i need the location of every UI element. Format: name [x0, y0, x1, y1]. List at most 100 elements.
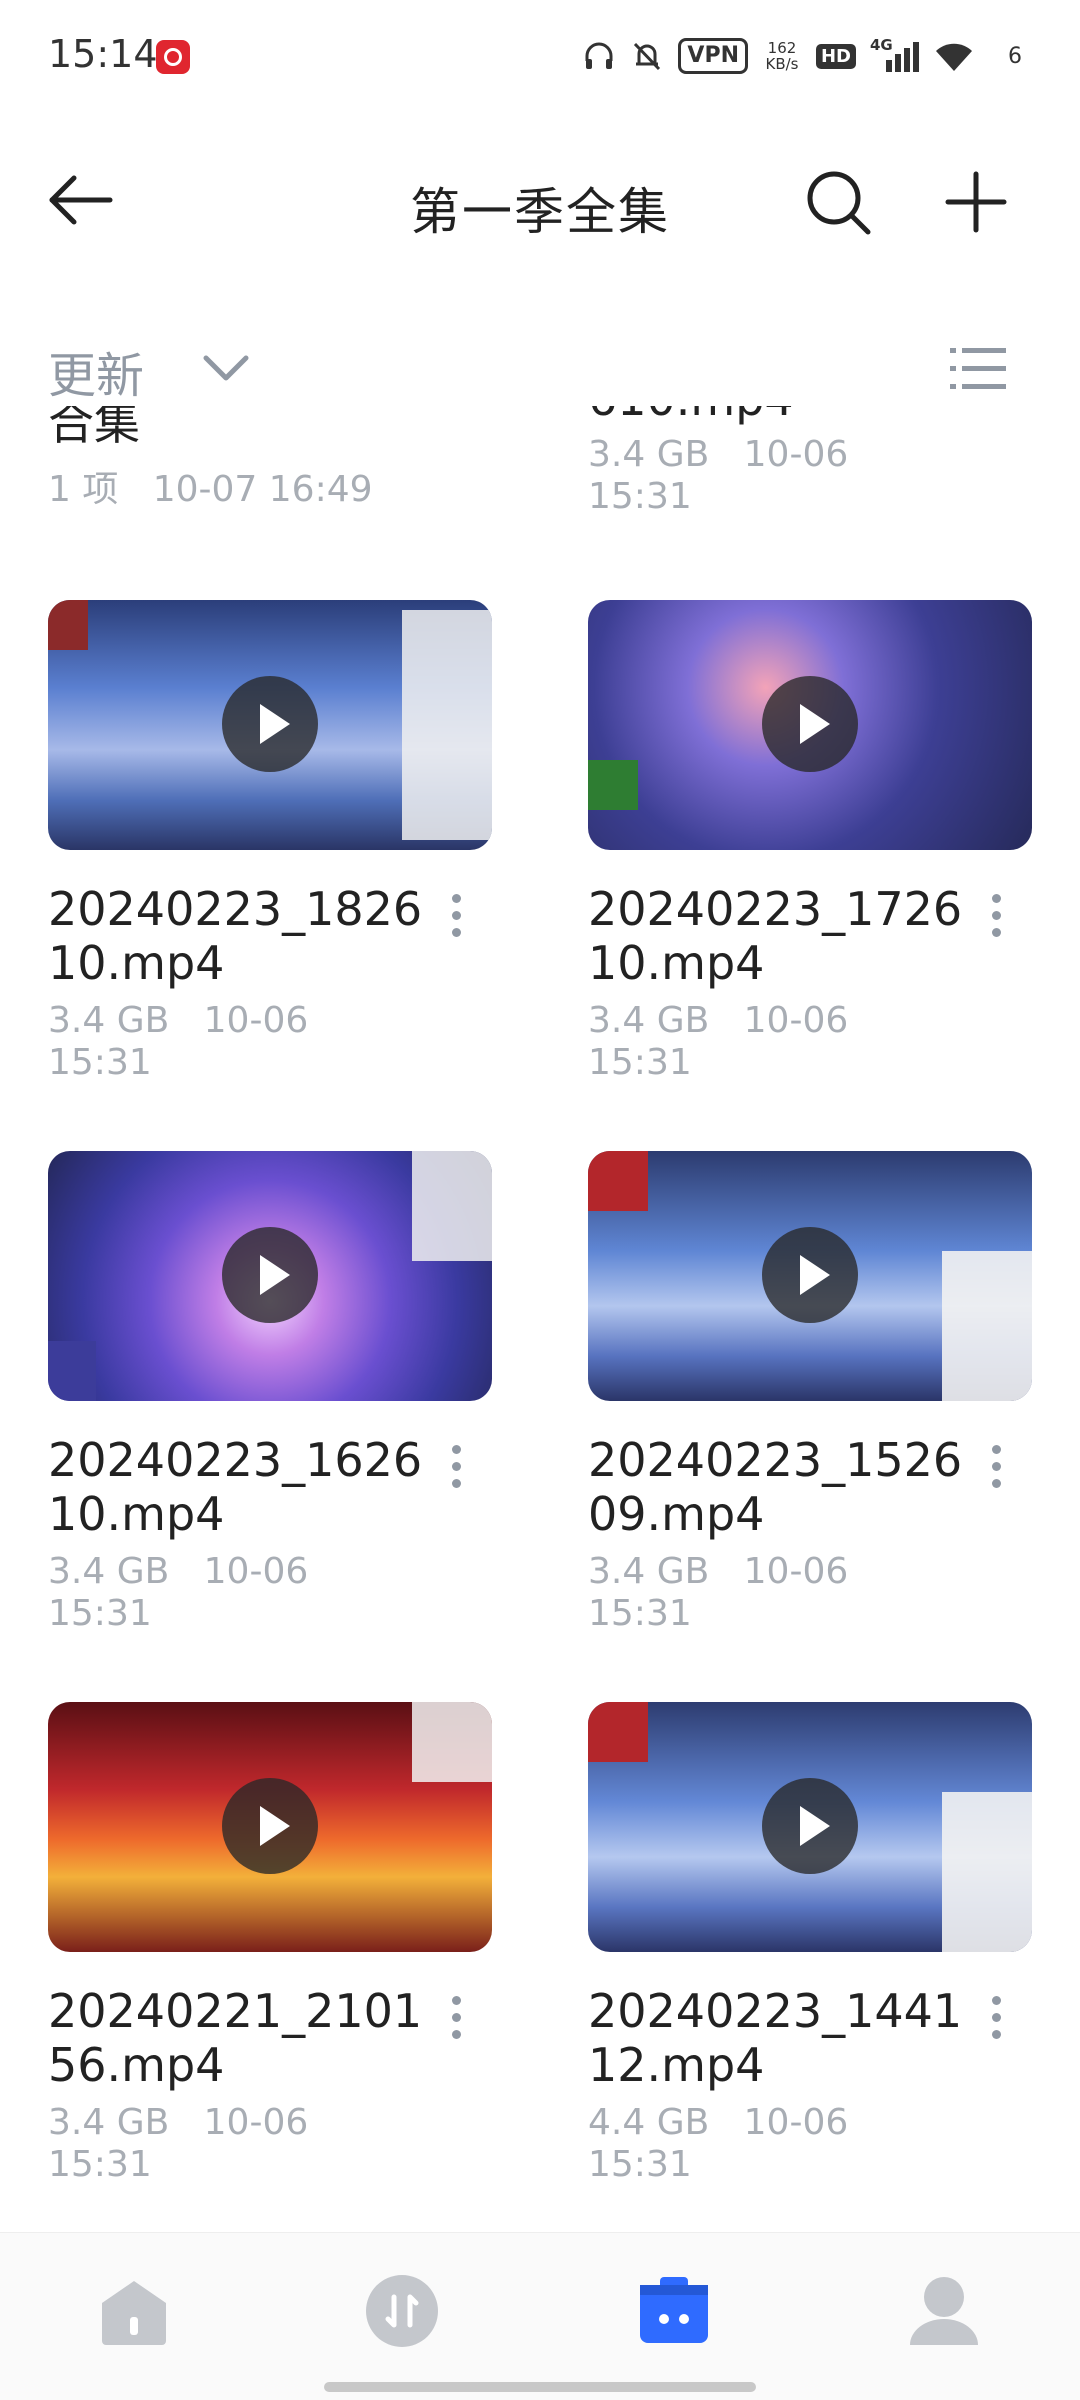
file-time: 15:31 [588, 1593, 692, 1634]
hd-badge: HD [815, 43, 856, 69]
signal-icon: 4G [870, 36, 920, 74]
net-speed: 162 KB/s [762, 40, 802, 72]
search-button[interactable] [800, 164, 876, 240]
home-indicator[interactable] [324, 2382, 756, 2392]
more-options-button[interactable] [976, 1441, 1016, 1501]
more-dot-icon [451, 894, 461, 903]
video-thumbnail[interactable] [48, 1702, 492, 1952]
more-dot-icon [451, 1996, 461, 2005]
file-date: 10-06 [743, 1000, 849, 1041]
video-thumbnail[interactable] [48, 600, 492, 850]
more-dot-icon [991, 1462, 1001, 1471]
video-card[interactable]: 20240223_182610.mp4 3.4 GB 10-06 15:31 [48, 600, 548, 1083]
sort-label[interactable]: 更新 [48, 336, 144, 406]
file-meta: 4.4 GB 10-06 15:31 [588, 2102, 988, 2186]
file-date: 10-06 [743, 2102, 849, 2143]
more-dot-icon [451, 2013, 461, 2022]
file-name: 20240223_162610.mp4 [48, 1433, 423, 1541]
list-item[interactable]: 合集 1 项 10-07 16:49 [48, 406, 548, 512]
netease-music-icon [156, 40, 190, 74]
more-dot-icon [451, 1479, 461, 1488]
more-dot-icon [991, 1479, 1001, 1488]
more-dot-icon [991, 1445, 1001, 1454]
nav-home[interactable] [96, 2273, 172, 2349]
search-icon [807, 171, 871, 235]
video-card[interactable]: 20240223_152609.mp4 3.4 GB 10-06 15:31 [588, 1151, 1080, 1634]
transfer-icon [366, 2275, 438, 2347]
file-time: 15:31 [588, 476, 692, 517]
mute-bell-icon [630, 39, 664, 73]
file-date: 10-06 [743, 434, 849, 475]
file-time: 15:31 [48, 2144, 152, 2185]
file-meta: 1 项 10-07 16:49 [48, 460, 548, 512]
play-icon [222, 1227, 318, 1323]
headphones-icon [582, 39, 616, 73]
list-item[interactable]: 610.mp4 3.4 GB 10-06 15:31 [588, 406, 1080, 518]
file-size: 3.4 GB [588, 434, 710, 475]
more-dot-icon [451, 1462, 461, 1471]
file-size: 3.4 GB [48, 2102, 170, 2143]
nav-files[interactable] [636, 2273, 712, 2349]
file-name: 20240223_172610.mp4 [588, 882, 963, 990]
file-date: 10-06 [203, 2102, 309, 2143]
file-time: 15:31 [588, 1042, 692, 1083]
chevron-down-icon [203, 355, 249, 381]
files-icon [640, 2277, 708, 2343]
home-icon [102, 2281, 166, 2345]
sort-bar: 更新 [0, 326, 1080, 406]
file-meta: 3.4 GB 10-06 15:31 [48, 1000, 448, 1084]
more-options-button[interactable] [976, 890, 1016, 950]
video-card[interactable]: 20240221_210156.mp4 3.4 GB 10-06 15:31 [48, 1702, 548, 2185]
status-bar: 15:14 VPN 162 KB/s HD 4G 6 [0, 0, 1080, 110]
battery-level: 6 [1008, 43, 1022, 69]
more-dot-icon [451, 1445, 461, 1454]
more-dot-icon [991, 2030, 1001, 2039]
view-toggle-button[interactable] [948, 342, 1008, 396]
file-name: 20240223_182610.mp4 [48, 882, 423, 990]
file-size: 3.4 GB [588, 1551, 710, 1592]
file-grid: 合集 1 项 10-07 16:49 610.mp4 3.4 GB 10-06 1… [0, 406, 1080, 2232]
video-card[interactable]: 20240223_172610.mp4 3.4 GB 10-06 15:31 [588, 600, 1080, 1083]
net-speed-unit: KB/s [765, 55, 799, 73]
more-dot-icon [451, 2030, 461, 2039]
file-meta: 3.4 GB 10-06 15:31 [588, 434, 988, 518]
plus-icon [945, 171, 1007, 233]
page-title: 第一季全集 [410, 183, 670, 241]
video-card[interactable]: 20240223_144112.mp4 4.4 GB 10-06 15:31 [588, 1702, 1080, 2185]
vpn-badge: VPN [678, 38, 748, 74]
status-icons: VPN 162 KB/s HD 4G 6 [582, 34, 1022, 78]
more-dot-icon [991, 1996, 1001, 2005]
video-thumbnail[interactable] [588, 1702, 1032, 1952]
file-meta: 3.4 GB 10-06 15:31 [48, 2102, 448, 2186]
file-name: 合集 [48, 406, 140, 450]
more-dot-icon [991, 928, 1001, 937]
video-thumbnail[interactable] [588, 600, 1032, 850]
more-options-button[interactable] [436, 890, 476, 950]
video-card[interactable]: 20240223_162610.mp4 3.4 GB 10-06 15:31 [48, 1151, 548, 1634]
more-dot-icon [991, 894, 1001, 903]
more-options-button[interactable] [976, 1992, 1016, 2052]
file-size: 3.4 GB [588, 1000, 710, 1041]
add-button[interactable] [938, 164, 1014, 240]
file-time: 15:31 [48, 1042, 152, 1083]
more-dot-icon [451, 911, 461, 920]
file-time: 15:31 [48, 1593, 152, 1634]
file-size: 3.4 GB [48, 1551, 170, 1592]
file-name: 610.mp4 [588, 406, 1080, 426]
file-date: 10-06 [203, 1000, 309, 1041]
file-name: 20240223_152609.mp4 [588, 1433, 963, 1541]
nav-transfer[interactable] [364, 2273, 440, 2349]
profile-icon [910, 2277, 978, 2345]
nav-profile[interactable] [906, 2273, 982, 2349]
sort-dropdown[interactable] [198, 346, 254, 390]
play-icon [222, 1778, 318, 1874]
more-options-button[interactable] [436, 1441, 476, 1501]
bottom-nav [0, 2232, 1080, 2400]
video-thumbnail[interactable] [48, 1151, 492, 1401]
more-dot-icon [451, 928, 461, 937]
wifi-icon [934, 39, 974, 73]
more-options-button[interactable] [436, 1992, 476, 2052]
status-time: 15:14 [48, 32, 158, 76]
file-size: 4.4 GB [588, 2102, 710, 2143]
video-thumbnail[interactable] [588, 1151, 1032, 1401]
